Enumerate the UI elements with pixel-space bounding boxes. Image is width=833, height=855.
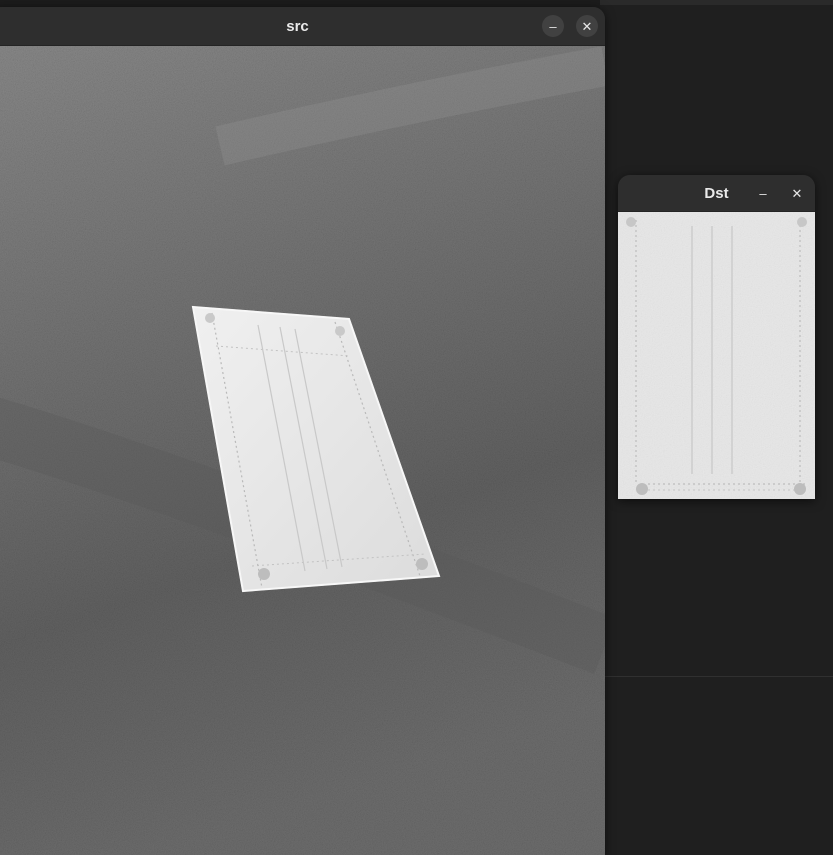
src-window[interactable]: src – ✕ [0,7,605,855]
mask-corner-dot [335,326,345,336]
warped-corner-dot [797,217,807,227]
warped-corner-dot [636,483,648,495]
warped-corner-dot [626,217,636,227]
warped-corner-dot [794,483,806,495]
dst-minimize-button[interactable]: – [752,182,774,204]
minimize-icon: – [549,18,557,34]
dst-titlebar[interactable]: Dst – ✕ [618,175,815,212]
src-close-button[interactable]: ✕ [576,15,598,37]
mask-corner-dot [258,568,270,580]
close-icon: ✕ [581,18,593,34]
close-icon: ✕ [791,185,803,201]
src-minimize-button[interactable]: – [542,15,564,37]
src-image [0,46,605,855]
src-titlebar[interactable]: src – ✕ [0,7,605,46]
mask-corner-dot [205,313,215,323]
background-window-divider [600,676,833,677]
warped-mask-surface [618,212,815,499]
mask-corner-dot [416,558,428,570]
dst-image [618,212,815,499]
dst-window[interactable]: Dst – ✕ [618,175,815,499]
desktop: src – ✕ Dst – ✕ [0,0,833,855]
dst-window-title: Dst [704,184,729,202]
minimize-icon: – [759,185,767,201]
dst-close-button[interactable]: ✕ [786,182,808,204]
src-window-title: src [286,17,309,35]
background-window-edge [600,0,833,5]
